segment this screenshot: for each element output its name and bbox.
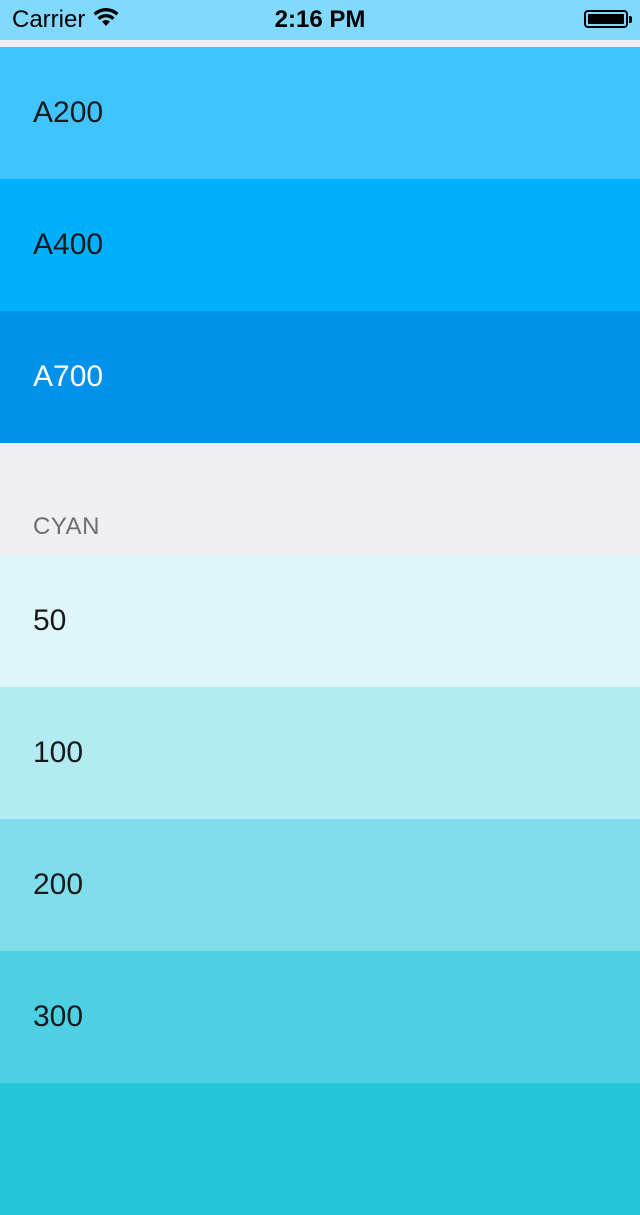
status-right (584, 10, 632, 28)
color-list[interactable]: A200 A400 A700 CYAN 50 100 200 300 (0, 47, 640, 1215)
color-row-label: 100 (33, 736, 84, 769)
color-row-a700[interactable]: A700 (0, 311, 640, 443)
status-time: 2:16 PM (274, 6, 366, 33)
color-row-label: 200 (33, 868, 84, 901)
color-row-label: A700 (33, 360, 104, 393)
color-row-400-partial[interactable] (0, 1083, 640, 1215)
color-row-label: A400 (33, 228, 104, 261)
section-title: CYAN (33, 513, 100, 540)
color-row-a200[interactable]: A200 (0, 47, 640, 179)
section-header-cyan: CYAN (0, 443, 640, 555)
battery-icon (584, 10, 632, 28)
battery-fill (588, 14, 624, 24)
color-row-100[interactable]: 100 (0, 687, 640, 819)
color-row-300[interactable]: 300 (0, 951, 640, 1083)
status-bar: Carrier 2:16 PM (0, 0, 640, 40)
color-row-label: 300 (33, 1000, 84, 1033)
color-row-label: 50 (33, 604, 67, 637)
color-row-a400[interactable]: A400 (0, 179, 640, 311)
color-row-label: A200 (33, 96, 104, 129)
color-row-50[interactable]: 50 (0, 555, 640, 687)
color-row-200[interactable]: 200 (0, 819, 640, 951)
